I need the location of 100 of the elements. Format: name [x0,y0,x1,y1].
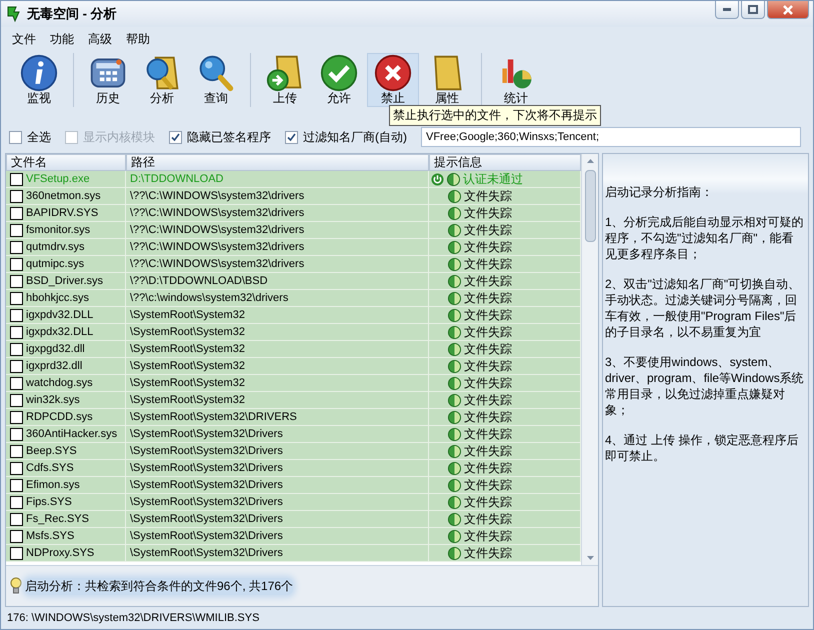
table-cell: 文件失踪 [464,409,512,425]
table-cell: qutmdrv.sys [26,241,84,253]
row-checkbox[interactable] [10,326,23,338]
table-cell: 360AntiHacker.sys [26,428,118,440]
table-cell: NDProxy.SYS [26,547,94,559]
lightbulb-icon [10,577,22,595]
guide-text: 启动记录分析指南： [605,184,714,200]
toolbar-button[interactable]: 历史 [82,53,134,107]
scrollbar[interactable] [581,154,598,565]
table-cell: 文件失踪 [464,511,512,527]
row-checkbox[interactable] [10,240,23,254]
table-cell: 文件失踪 [464,307,512,323]
row-checkbox[interactable] [10,190,23,202]
table-cell: Cdfs.SYS [26,462,74,474]
table-cell: \??\C:\WINDOWS\system32\drivers [130,241,304,253]
table-cell: 文件失踪 [464,375,512,391]
table-cell: \SystemRoot\System32 [130,309,245,321]
toolbar-button[interactable]: 分析 [136,53,188,107]
menu-item[interactable]: 文件 [12,31,36,47]
menu-item[interactable]: 帮助 [126,31,150,47]
menu-item[interactable]: 高级 [88,31,112,47]
search-icon [197,54,235,92]
table-cell: 文件失踪 [464,460,512,476]
table-cell: igxpgd32.dll [26,343,85,355]
maximize-button[interactable] [741,1,765,19]
row-checkbox[interactable] [10,274,23,288]
menu-item[interactable]: 功能 [50,31,74,47]
column-header[interactable]: 提示信息 [429,154,581,171]
toolbar-button[interactable]: 监视 [13,53,65,107]
checkbox[interactable]: 过滤知名厂商(自动) [285,128,407,146]
scrollbar-thumb[interactable] [584,170,596,242]
table-cell: \??\D:\TDDOWNLOAD\BSD [130,275,268,287]
filter-keywords-field[interactable]: VFree;Google;360;Winsxs;Tencent; [421,127,801,147]
table-cell: 文件失踪 [464,222,512,238]
table-cell: RDPCDD.sys [26,411,93,423]
table-cell: \SystemRoot\System32 [130,343,245,355]
table-cell: 文件失踪 [464,324,512,340]
check-circle-icon [320,54,358,92]
table-cell: 文件失踪 [464,239,512,255]
guide-text: 2、双击"过滤知名厂商"可切换自动、手动状态。过滤关键词分号隔离，回车有效，一般使用"Program Files"后的子目录名，以不易重复为宜 [605,276,802,340]
toolbar-button[interactable]: 允许 [313,53,365,107]
table-cell: 文件失踪 [464,205,512,221]
table-cell: \SystemRoot\System32\Drivers [130,462,283,474]
row-checkbox[interactable] [10,258,23,270]
table-cell: \SystemRoot\System32\Drivers [130,479,283,491]
row-checkbox[interactable] [10,224,23,236]
row-checkbox[interactable] [10,206,23,220]
row-checkbox[interactable] [10,478,23,492]
checkbox[interactable]: 隐藏已签名程序 [169,128,271,146]
row-checkbox[interactable] [10,342,23,356]
table-cell: \SystemRoot\System32\Drivers [130,547,283,559]
check-icon [287,132,296,142]
table-cell: \SystemRoot\System32\Drivers [130,513,283,525]
toolbar-button[interactable]: 上传 [259,53,311,107]
guide-text: 4、通过 上传 操作，锁定恶意程序后即可禁止。 [605,432,800,464]
table-cell: VFSetup.exe [26,173,90,185]
table-cell: \SystemRoot\System32 [130,394,245,406]
toolbar-button[interactable]: 查询 [190,53,242,107]
minimize-button[interactable] [715,1,739,19]
row-checkbox[interactable] [10,462,23,474]
column-header[interactable]: 路径 [126,154,429,171]
close-circle-icon [374,54,412,92]
table-cell: 360netmon.sys [26,190,101,202]
row-checkbox[interactable] [10,428,23,440]
app-logo-icon [5,5,21,23]
table-cell: \SystemRoot\System32 [130,360,245,372]
toolbar-button[interactable]: 属性 [421,53,473,107]
close-icon [783,4,793,14]
window-title: 无毒空间 - 分析 [27,5,118,23]
row-checkbox[interactable] [10,546,23,560]
row-checkbox[interactable] [10,360,23,372]
table-cell: igxpdv32.DLL [26,309,94,321]
table-cell: 文件失踪 [464,273,512,289]
document-arrow-icon [266,54,304,92]
column-header[interactable]: 文件名 [6,154,126,171]
row-checkbox[interactable] [10,376,23,390]
table-cell: Efimon.sys [26,479,80,491]
tooltip: 禁止执行选中的文件，下次将不再提示 [389,105,601,126]
table-cell: 文件失踪 [464,443,512,459]
row-checkbox[interactable] [10,172,23,186]
row-checkbox[interactable] [10,394,23,406]
row-checkbox[interactable] [10,496,23,508]
row-checkbox[interactable] [10,512,23,526]
row-checkbox[interactable] [10,410,23,424]
toolbar-button[interactable]: 禁止 [367,53,419,107]
guide-text: 3、不要使用windows、system、driver、program、file等Windows系统常用目录，以免过滤掉重点嫌疑对象； [605,354,805,418]
table-cell: \??\C:\WINDOWS\system32\drivers [130,190,304,202]
power-icon [431,172,444,186]
maximize-icon [748,5,758,14]
checkbox[interactable]: 全选 [9,128,51,146]
row-checkbox[interactable] [10,308,23,322]
row-checkbox[interactable] [10,444,23,458]
close-button[interactable] [767,1,809,19]
table-cell: 文件失踪 [464,545,512,561]
table-cell: Fips.SYS [26,496,72,508]
guide-text: 1、分析完成后能自动显示相对可疑的程序，不勾选"过滤知名厂商"，能看见更多程序条目； [605,214,805,262]
row-checkbox[interactable] [10,292,23,304]
minimize-icon [723,8,731,11]
row-checkbox[interactable] [10,530,23,542]
table-cell: fsmonitor.sys [26,224,90,236]
